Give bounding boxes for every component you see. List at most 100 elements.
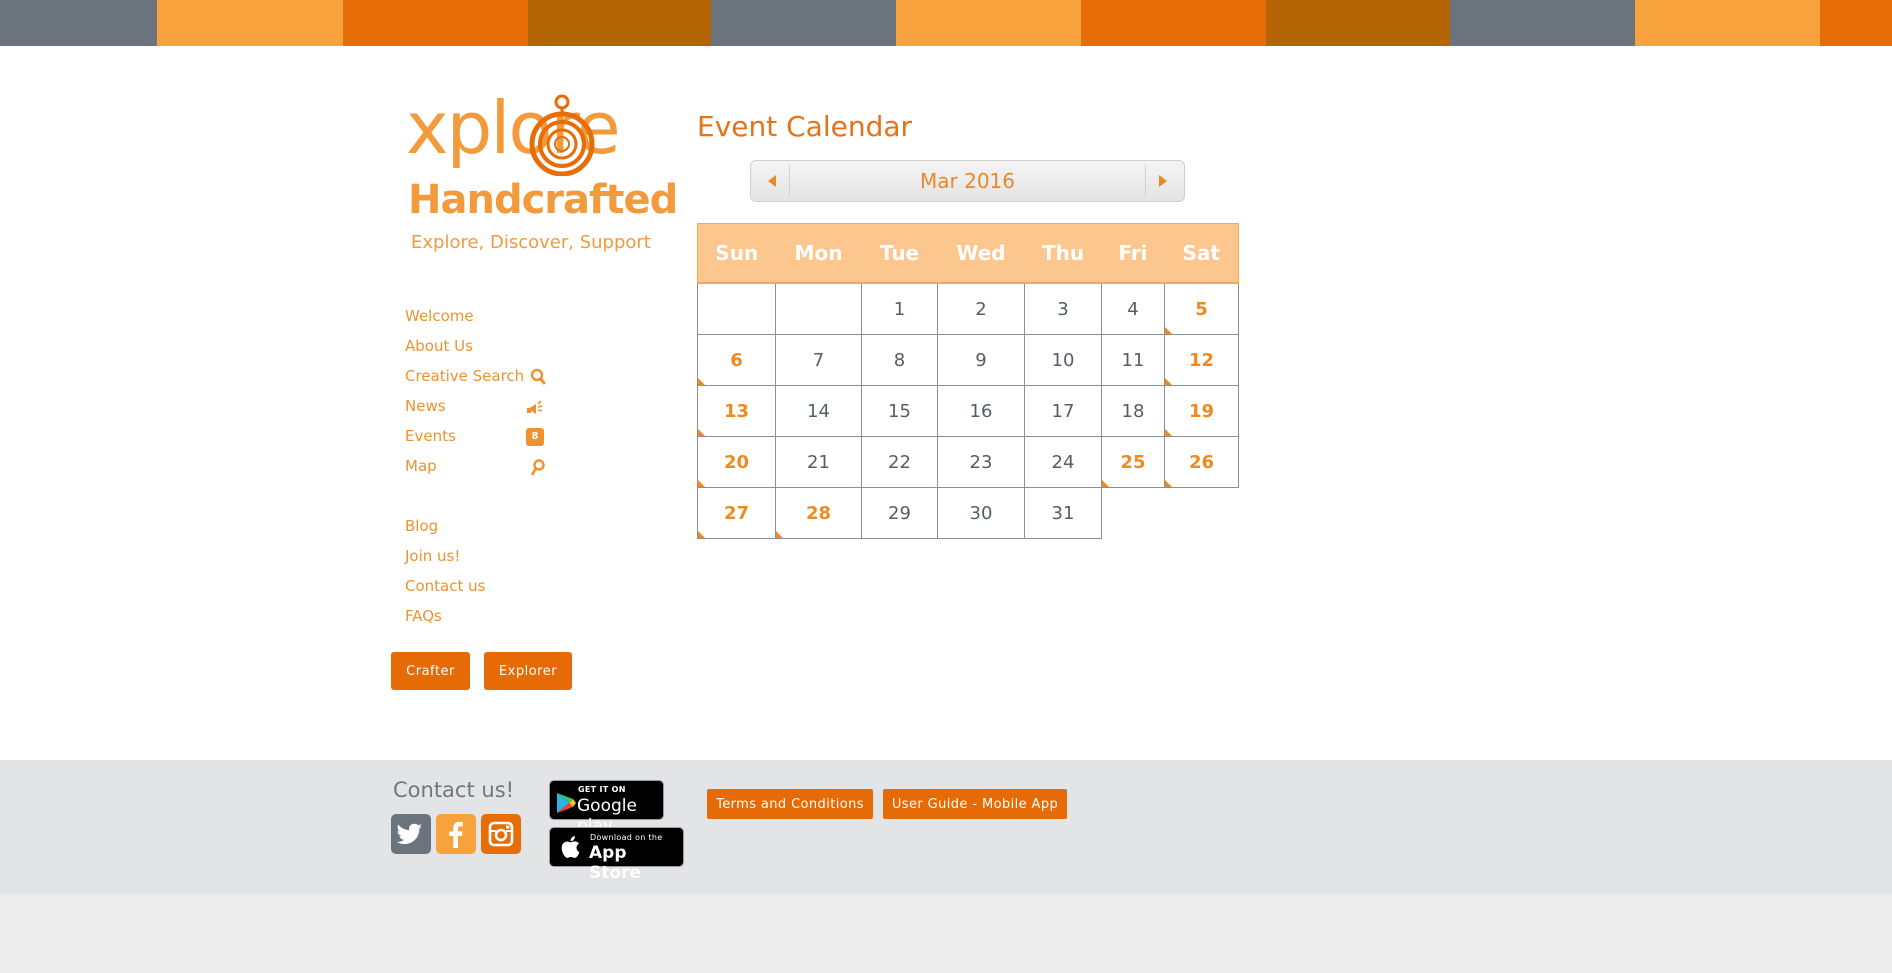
calendar-day-31[interactable]: 31 <box>1024 487 1102 539</box>
event-marker-icon <box>1165 327 1172 334</box>
app-store-badge[interactable]: Download on the App Store <box>549 827 684 883</box>
topbar-segment <box>896 0 1081 46</box>
nav-item-welcome[interactable]: Welcome <box>405 306 575 336</box>
calendar-day-22[interactable]: 22 <box>861 436 938 488</box>
logo-tagline: Explore, Discover, Support <box>411 232 651 253</box>
nav-label: Events <box>405 427 456 445</box>
nav-item-creative-search[interactable]: Creative Search <box>405 366 575 396</box>
topbar-segment <box>528 0 711 46</box>
twitter-button[interactable] <box>391 814 431 854</box>
nav-item-join-us[interactable]: Join us! <box>405 546 575 576</box>
calendar-day-11[interactable]: 11 <box>1101 334 1165 386</box>
contact-title: Contact us! <box>393 778 515 802</box>
weekday-wed: Wed <box>937 223 1025 284</box>
calendar-day-5[interactable]: 5 <box>1164 282 1239 335</box>
calendar-empty-cell <box>697 282 776 335</box>
calendar-day-21[interactable]: 21 <box>775 436 862 488</box>
event-marker-icon <box>698 480 705 487</box>
google-play-small-text: GET IT ON <box>578 785 626 794</box>
next-month-button[interactable] <box>1145 165 1180 197</box>
calendar-month-header: Mar 2016 <box>750 160 1185 202</box>
explorer-button[interactable]: Explorer <box>484 652 572 690</box>
calendar-day-23[interactable]: 23 <box>937 436 1025 488</box>
calendar-day-25[interactable]: 25 <box>1101 436 1165 488</box>
event-marker-icon <box>1165 429 1172 436</box>
site-logo[interactable]: xplore Handcrafted Explore, Discover, Su… <box>406 92 678 262</box>
chevron-left-icon <box>768 175 776 187</box>
nav-item-events[interactable]: Events 8 <box>405 426 575 456</box>
calendar-icon: 8 <box>526 428 544 446</box>
calendar-day-27[interactable]: 27 <box>697 487 776 539</box>
topbar-segment <box>1081 0 1266 46</box>
calendar-day-20[interactable]: 20 <box>697 436 776 488</box>
calendar-day-10[interactable]: 10 <box>1024 334 1102 386</box>
event-marker-icon <box>776 531 783 538</box>
logo-word-handcrafted: Handcrafted <box>408 177 678 223</box>
event-marker-icon <box>698 378 705 385</box>
nav-label: Contact us <box>405 577 486 595</box>
nav-label: About Us <box>405 337 473 355</box>
calendar-day-18[interactable]: 18 <box>1101 385 1165 437</box>
calendar-day-1[interactable]: 1 <box>861 282 938 335</box>
calendar-day-15[interactable]: 15 <box>861 385 938 437</box>
calendar-day-26[interactable]: 26 <box>1164 436 1239 488</box>
weekday-mon: Mon <box>775 223 862 284</box>
google-play-icon <box>557 793 576 813</box>
calendar-day-9[interactable]: 9 <box>937 334 1025 386</box>
calendar-day-8[interactable]: 8 <box>861 334 938 386</box>
nav-item-about-us[interactable]: About Us <box>405 336 575 366</box>
user-guide-button[interactable]: User Guide - Mobile App <box>883 789 1067 819</box>
topbar-segment <box>711 0 896 46</box>
target-icon <box>529 94 595 176</box>
nav-item-map[interactable]: Map <box>405 456 575 486</box>
nav-item-faqs[interactable]: FAQs <box>405 606 575 636</box>
google-play-badge[interactable]: GET IT ON Google play <box>549 780 664 836</box>
calendar-day-16[interactable]: 16 <box>937 385 1025 437</box>
calendar-day-29[interactable]: 29 <box>861 487 938 539</box>
calendar-month-label: Mar 2016 <box>920 169 1015 193</box>
topbar-segment <box>1450 0 1635 46</box>
calendar-day-19[interactable]: 19 <box>1164 385 1239 437</box>
nav-item-news[interactable]: News <box>405 396 575 426</box>
calendar-week-row: 20 21 22 23 24 25 26 <box>697 436 1239 488</box>
nav-label: Join us! <box>405 547 461 565</box>
weekday-sun: Sun <box>697 223 776 284</box>
calendar-day-28[interactable]: 28 <box>775 487 862 539</box>
event-marker-icon <box>698 531 705 538</box>
sidebar-nav: Welcome About Us Creative Search News Ev… <box>405 306 575 636</box>
calendar-empty-cell <box>1165 488 1239 539</box>
nav-label: Map <box>405 457 437 475</box>
top-color-bar <box>0 0 1892 46</box>
facebook-button[interactable] <box>436 814 476 854</box>
event-marker-icon <box>1102 480 1109 487</box>
calendar-day-2[interactable]: 2 <box>937 282 1025 335</box>
crafter-button[interactable]: Crafter <box>391 652 470 690</box>
page-title: Event Calendar <box>697 110 913 143</box>
topbar-segment <box>343 0 528 46</box>
previous-month-button[interactable] <box>755 165 790 197</box>
calendar-day-17[interactable]: 17 <box>1024 385 1102 437</box>
nav-label: Welcome <box>405 307 474 325</box>
twitter-icon <box>396 823 422 845</box>
event-marker-icon <box>698 429 705 436</box>
app-store-small-text: Download on the <box>590 833 663 842</box>
calendar-day-13[interactable]: 13 <box>697 385 776 437</box>
topbar-segment <box>1635 0 1820 46</box>
nav-label: News <box>405 397 446 415</box>
calendar-day-30[interactable]: 30 <box>937 487 1025 539</box>
chevron-right-icon <box>1159 175 1167 187</box>
calendar-day-7[interactable]: 7 <box>775 334 862 386</box>
calendar-day-24[interactable]: 24 <box>1024 436 1102 488</box>
terms-and-conditions-button[interactable]: Terms and Conditions <box>707 789 873 819</box>
nav-item-blog[interactable]: Blog <box>405 516 575 546</box>
search-icon <box>530 368 546 385</box>
instagram-button[interactable] <box>481 814 521 854</box>
calendar-day-6[interactable]: 6 <box>697 334 776 386</box>
calendar-day-3[interactable]: 3 <box>1024 282 1102 335</box>
calendar-day-4[interactable]: 4 <box>1101 282 1165 335</box>
calendar-empty-cell <box>1102 488 1165 539</box>
nav-item-contact-us[interactable]: Contact us <box>405 576 575 606</box>
calendar-day-14[interactable]: 14 <box>775 385 862 437</box>
calendar-day-12[interactable]: 12 <box>1164 334 1239 386</box>
